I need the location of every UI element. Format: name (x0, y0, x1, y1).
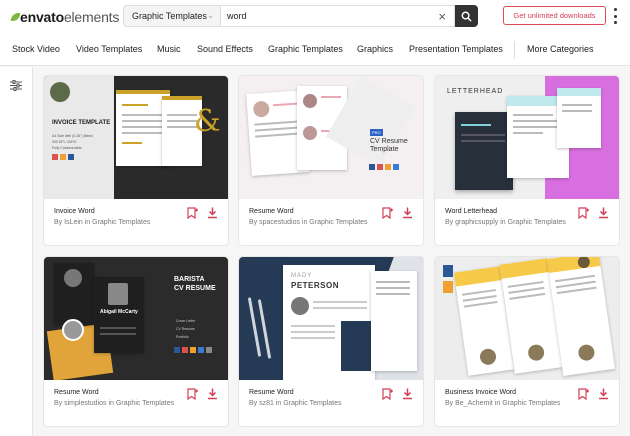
filter-sidebar (0, 67, 33, 436)
search-input[interactable]: word × (221, 5, 455, 27)
download-icon[interactable] (207, 388, 218, 400)
item-card[interactable]: Business Invoice Word By Be_Achemit in G… (435, 257, 619, 426)
item-author[interactable]: By spacestudios in Graphic Templates (249, 218, 377, 227)
search-button[interactable] (455, 5, 478, 27)
letterhead-page-dark (455, 112, 513, 190)
nav-graphics[interactable]: Graphics (357, 44, 393, 54)
nav-music[interactable]: Music (157, 44, 181, 54)
item-author[interactable]: By graphicsupply in Graphic Templates (445, 218, 573, 227)
download-icon[interactable] (402, 207, 413, 219)
item-thumbnail[interactable] (435, 257, 619, 380)
item-author[interactable]: By IsLein in Graphic Templates (54, 218, 182, 227)
item-title[interactable]: Resume Word (54, 389, 174, 396)
app-icon (443, 281, 453, 293)
chevron-down-icon: ⌄ (207, 11, 214, 20)
item-card[interactable]: INVOICE TEMPLATE A4 Size with (0.25") Bl… (44, 76, 228, 245)
thumb-line: 300 DPI, CMYK (52, 140, 77, 144)
item-card[interactable]: Abigail McCarty BARISTA CV RESUME Cover L… (44, 257, 228, 426)
filter-sliders-icon[interactable] (10, 80, 22, 91)
clear-search-icon[interactable]: × (438, 9, 446, 24)
plant-decoration (50, 82, 70, 102)
logo-bold-text: envato (20, 9, 64, 25)
item-title[interactable]: Word Letterhead (445, 208, 565, 215)
letterhead-page (557, 88, 601, 148)
bookmark-add-icon[interactable] (187, 207, 198, 219)
resume-page (371, 271, 417, 371)
top-bar: envato elements Graphic Templates ⌄ word … (0, 0, 630, 34)
download-icon[interactable] (598, 207, 609, 219)
item-thumbnail[interactable]: PRO CV Resume Template (239, 76, 423, 199)
category-select-value: Graphic Templates (132, 11, 207, 21)
item-thumbnail[interactable]: MADY PETERSON (239, 257, 423, 380)
resume-page: MADY PETERSON (283, 265, 375, 380)
nav-video-templates[interactable]: Video Templates (76, 44, 142, 54)
item-author[interactable]: By Be_Achemit in Graphic Templates (445, 399, 573, 408)
item-thumbnail[interactable]: LETTERHEAD (435, 76, 619, 199)
nav-sound-effects[interactable]: Sound Effects (197, 44, 253, 54)
nav-stock-video[interactable]: Stock Video (12, 44, 60, 54)
item-card[interactable]: PRO CV Resume Template Resume Word By spa… (239, 76, 423, 245)
category-nav: Stock Video Video Templates Music Sound … (0, 34, 630, 66)
thumb-name: Abigail McCarty (100, 309, 138, 315)
download-icon[interactable] (207, 207, 218, 219)
item-author[interactable]: By sz81 in Graphic Templates (249, 399, 377, 408)
pro-badge: PRO (370, 129, 383, 136)
item-title[interactable]: Resume Word (249, 389, 369, 396)
category-select[interactable]: Graphic Templates ⌄ (123, 5, 221, 27)
item-title[interactable]: Invoice Word (54, 208, 174, 215)
item-card[interactable]: MADY PETERSON Resume Word By sz81 in Gra… (239, 257, 423, 426)
search-icon (461, 11, 472, 22)
thumb-last-name: PETERSON (291, 281, 340, 290)
nav-divider (514, 41, 515, 59)
nav-graphic-templates[interactable]: Graphic Templates (268, 44, 343, 54)
resume-page-dark: Abigail McCarty (94, 277, 144, 353)
thumb-list: Cover Letter CV Resume Portfolio (176, 319, 196, 339)
app-icons (52, 154, 74, 160)
thumb-first-name: MADY (291, 273, 313, 279)
envato-leaf-icon (10, 11, 21, 23)
avatar-photo (62, 319, 84, 341)
search-input-value: word (227, 11, 247, 21)
download-icon[interactable] (402, 388, 413, 400)
thumb-heading: INVOICE TEMPLATE (52, 120, 111, 126)
ampersand-decoration: & (194, 104, 221, 139)
resume-page-dark (54, 263, 94, 325)
thumb-line: A4 Size with (0.25") Bleed (52, 134, 93, 138)
word-app-icon (443, 265, 453, 277)
app-icons (369, 164, 405, 170)
item-title[interactable]: Business Invoice Word (445, 389, 565, 396)
item-card[interactable]: LETTERHEAD Word Letterhead By graphicsup… (435, 76, 619, 245)
app-icons (174, 347, 212, 353)
more-options-icon[interactable] (614, 8, 618, 24)
logo-light-text: elements (63, 9, 120, 25)
item-author[interactable]: By simplestudios in Graphic Templates (54, 399, 182, 408)
nav-presentation-templates[interactable]: Presentation Templates (409, 44, 503, 54)
item-title[interactable]: Resume Word (249, 208, 369, 215)
envato-elements-logo[interactable]: envato elements (10, 9, 120, 25)
bookmark-add-icon[interactable] (578, 207, 589, 219)
thumb-heading: CV Resume Template (370, 138, 408, 153)
thumb-heading: BARISTA CV RESUME (174, 276, 216, 292)
thumb-line: Fully Customizable (52, 146, 82, 150)
bookmark-add-icon[interactable] (382, 207, 393, 219)
bookmark-add-icon[interactable] (578, 388, 589, 400)
nav-more-categories[interactable]: More Categories (527, 44, 594, 54)
cta-label: Get unlimited downloads (513, 11, 596, 20)
get-unlimited-downloads-button[interactable]: Get unlimited downloads (503, 6, 606, 25)
item-thumbnail[interactable]: INVOICE TEMPLATE A4 Size with (0.25") Bl… (44, 76, 228, 199)
bookmark-add-icon[interactable] (382, 388, 393, 400)
thumb-heading: LETTERHEAD (447, 88, 504, 95)
download-icon[interactable] (598, 388, 609, 400)
bookmark-add-icon[interactable] (187, 388, 198, 400)
item-thumbnail[interactable]: Abigail McCarty BARISTA CV RESUME Cover L… (44, 257, 228, 380)
